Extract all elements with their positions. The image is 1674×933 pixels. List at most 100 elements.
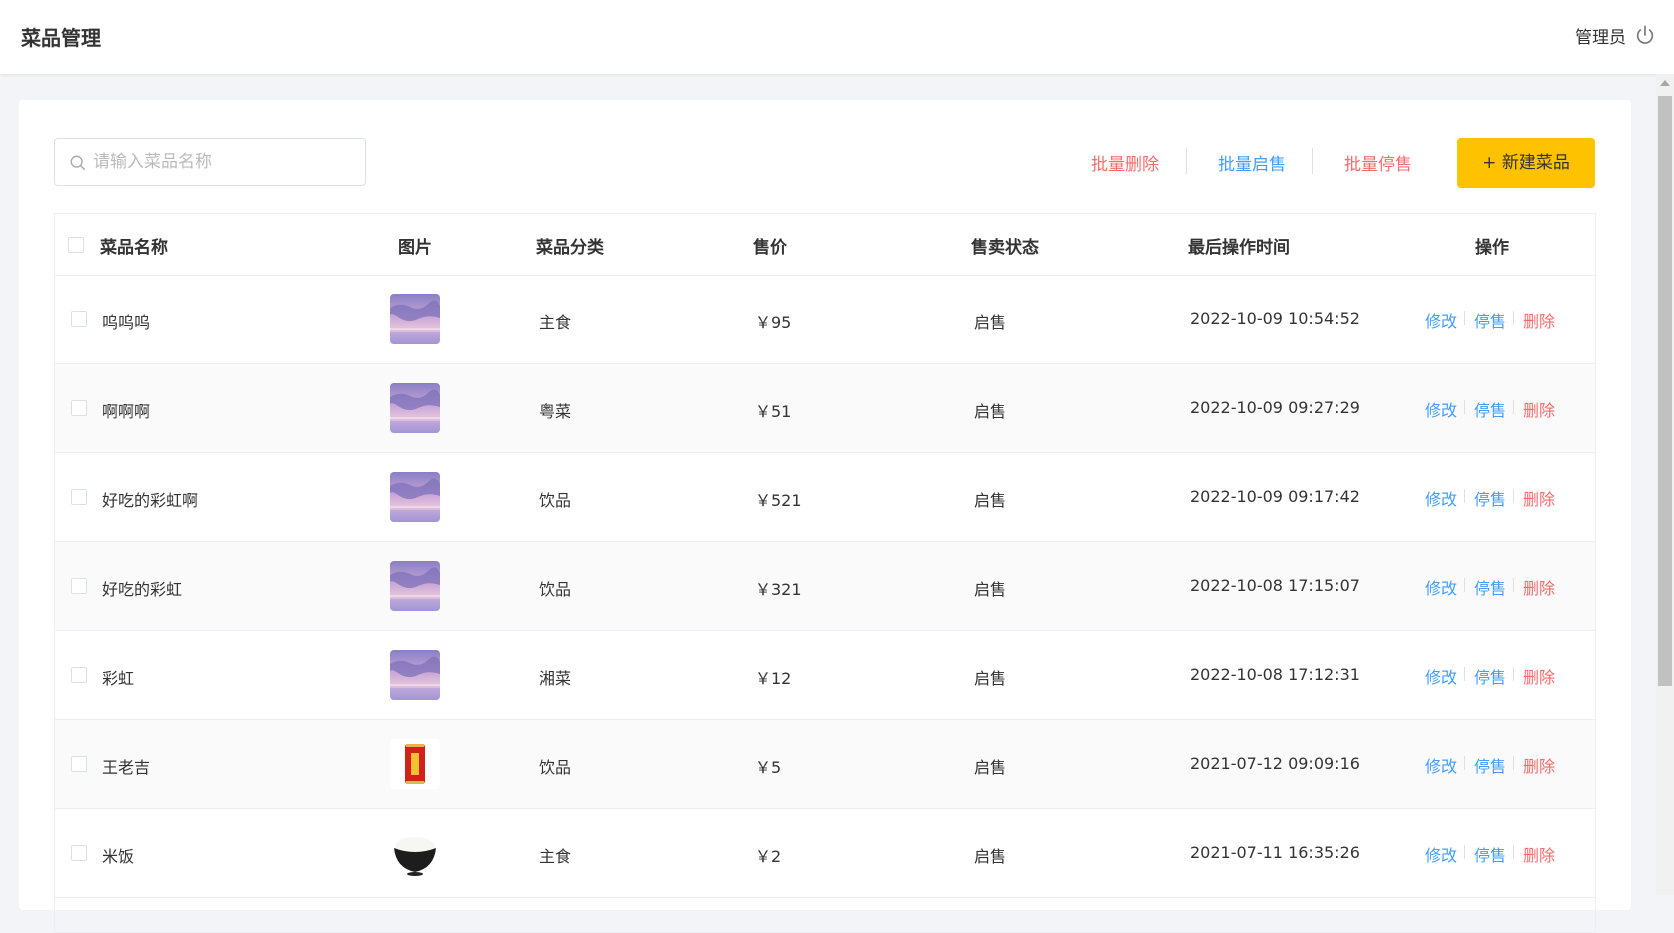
edit-link[interactable]: 修改 [1425,664,1457,688]
table-header: 菜品名称 图片 菜品分类 售价 售卖状态 最后操作时间 操作 [55,214,1595,276]
page-scrollbar[interactable] [1656,74,1674,895]
action-divider [1513,578,1514,592]
dish-price: ￥95 [755,313,792,332]
row-checkbox[interactable] [71,756,87,772]
disable-link[interactable]: 停售 [1474,753,1506,777]
dish-status: 启售 [974,758,1007,777]
edit-link[interactable]: 修改 [1425,842,1457,866]
table-row: 王老吉 饮品 ￥5 启售 2021-07-12 09:09:16 修改 停售 删… [55,720,1595,809]
row-checkbox[interactable] [71,845,87,861]
action-divider [1464,578,1465,592]
dish-price: ￥5 [755,758,782,777]
action-divider [1464,756,1465,770]
table-row: 彩虹 湘菜 ￥12 启售 2022-10-08 17:12:31 修改 停售 删… [55,631,1595,720]
disable-link[interactable]: 停售 [1474,575,1506,599]
dish-category: 湘菜 [539,669,572,688]
action-divider [1464,667,1465,681]
delete-link[interactable]: 删除 [1523,486,1555,510]
dish-category: 主食 [539,847,572,866]
page-title: 菜品管理 [21,26,101,50]
delete-link[interactable]: 删除 [1523,308,1555,332]
delete-link[interactable]: 删除 [1523,397,1555,421]
dish-status: 启售 [974,402,1007,421]
dish-thumbnail [390,828,440,878]
action-divider [1513,400,1514,414]
row-checkbox[interactable] [71,489,87,505]
last-modified-time: 2022-10-09 10:54:52 [1190,309,1360,328]
action-divider [1513,489,1514,503]
dish-name: 王老吉 [102,758,151,777]
action-divider [1464,311,1465,325]
column-header-category[interactable]: 菜品分类 [536,233,604,258]
row-checkbox[interactable] [71,400,87,416]
user-name[interactable]: 管理员 [1575,23,1626,48]
dish-category: 粤菜 [539,402,572,421]
new-dish-button[interactable]: + 新建菜品 [1457,138,1595,188]
delete-link[interactable]: 删除 [1523,575,1555,599]
last-modified-time: 2022-10-08 17:12:31 [1190,665,1360,684]
dish-category: 饮品 [539,758,572,777]
scroll-thumb[interactable] [1658,96,1672,686]
search-box[interactable] [54,138,366,186]
disable-link[interactable]: 停售 [1474,842,1506,866]
batch-disable-button[interactable]: 批量停售 [1344,150,1412,175]
action-divider [1513,845,1514,859]
dish-name: 好吃的彩虹 [102,580,183,599]
edit-link[interactable]: 修改 [1425,753,1457,777]
action-divider [1464,489,1465,503]
dish-name: 好吃的彩虹啊 [102,491,199,510]
search-icon [70,155,86,171]
dish-category: 饮品 [539,491,572,510]
delete-link[interactable]: 删除 [1523,753,1555,777]
row-checkbox[interactable] [71,311,87,327]
column-header-name[interactable]: 菜品名称 [100,233,168,258]
action-divider [1513,667,1514,681]
column-header-image[interactable]: 图片 [398,233,432,258]
column-header-actions[interactable]: 操作 [1475,233,1509,258]
disable-link[interactable]: 停售 [1474,664,1506,688]
last-modified-time: 2021-07-11 16:35:26 [1190,843,1360,862]
dish-price: ￥51 [755,402,792,421]
power-icon[interactable] [1634,24,1656,46]
edit-link[interactable]: 修改 [1425,575,1457,599]
search-input[interactable] [93,139,358,185]
select-all-checkbox[interactable] [68,237,84,253]
edit-link[interactable]: 修改 [1425,308,1457,332]
disable-link[interactable]: 停售 [1474,486,1506,510]
column-header-status[interactable]: 售卖状态 [971,233,1039,258]
row-checkbox[interactable] [71,578,87,594]
toolbar-divider [1312,148,1313,174]
dish-price: ￥2 [755,847,782,866]
last-modified-time: 2021-07-12 09:09:16 [1190,754,1360,773]
delete-link[interactable]: 删除 [1523,664,1555,688]
dish-thumbnail [390,383,440,433]
delete-link[interactable]: 删除 [1523,842,1555,866]
edit-link[interactable]: 修改 [1425,397,1457,421]
action-divider [1513,311,1514,325]
dish-name: 米饭 [102,847,135,866]
table-row: 米饭 主食 ￥2 启售 2021-07-11 16:35:26 修改 停售 删除 [55,809,1595,898]
top-bar: 菜品管理 管理员 [0,0,1674,74]
column-header-time[interactable]: 最后操作时间 [1188,233,1290,258]
dish-name: 呜呜呜 [102,313,151,332]
column-header-price[interactable]: 售价 [753,233,787,258]
dish-thumbnail [390,294,440,344]
dish-thumbnail [390,650,440,700]
disable-link[interactable]: 停售 [1474,308,1506,332]
dish-list-card: 批量删除 批量启售 批量停售 + 新建菜品 菜品名称 图片 菜品分类 售价 售卖… [19,100,1631,933]
last-modified-time: 2022-10-09 09:27:29 [1190,398,1360,417]
table-row: 好吃的彩虹啊 饮品 ￥521 启售 2022-10-09 09:17:42 修改… [55,453,1595,542]
dish-price: ￥521 [755,491,802,510]
row-checkbox[interactable] [71,667,87,683]
batch-enable-button[interactable]: 批量启售 [1218,150,1286,175]
table-row: 啊啊啊 粤菜 ￥51 启售 2022-10-09 09:27:29 修改 停售 … [55,364,1595,453]
dish-status: 启售 [974,580,1007,599]
scroll-up-arrow-icon[interactable] [1660,80,1670,86]
batch-delete-button[interactable]: 批量删除 [1091,150,1159,175]
dish-price: ￥321 [755,580,802,599]
edit-link[interactable]: 修改 [1425,486,1457,510]
action-divider [1464,845,1465,859]
action-divider [1464,400,1465,414]
disable-link[interactable]: 停售 [1474,397,1506,421]
dish-status: 启售 [974,491,1007,510]
